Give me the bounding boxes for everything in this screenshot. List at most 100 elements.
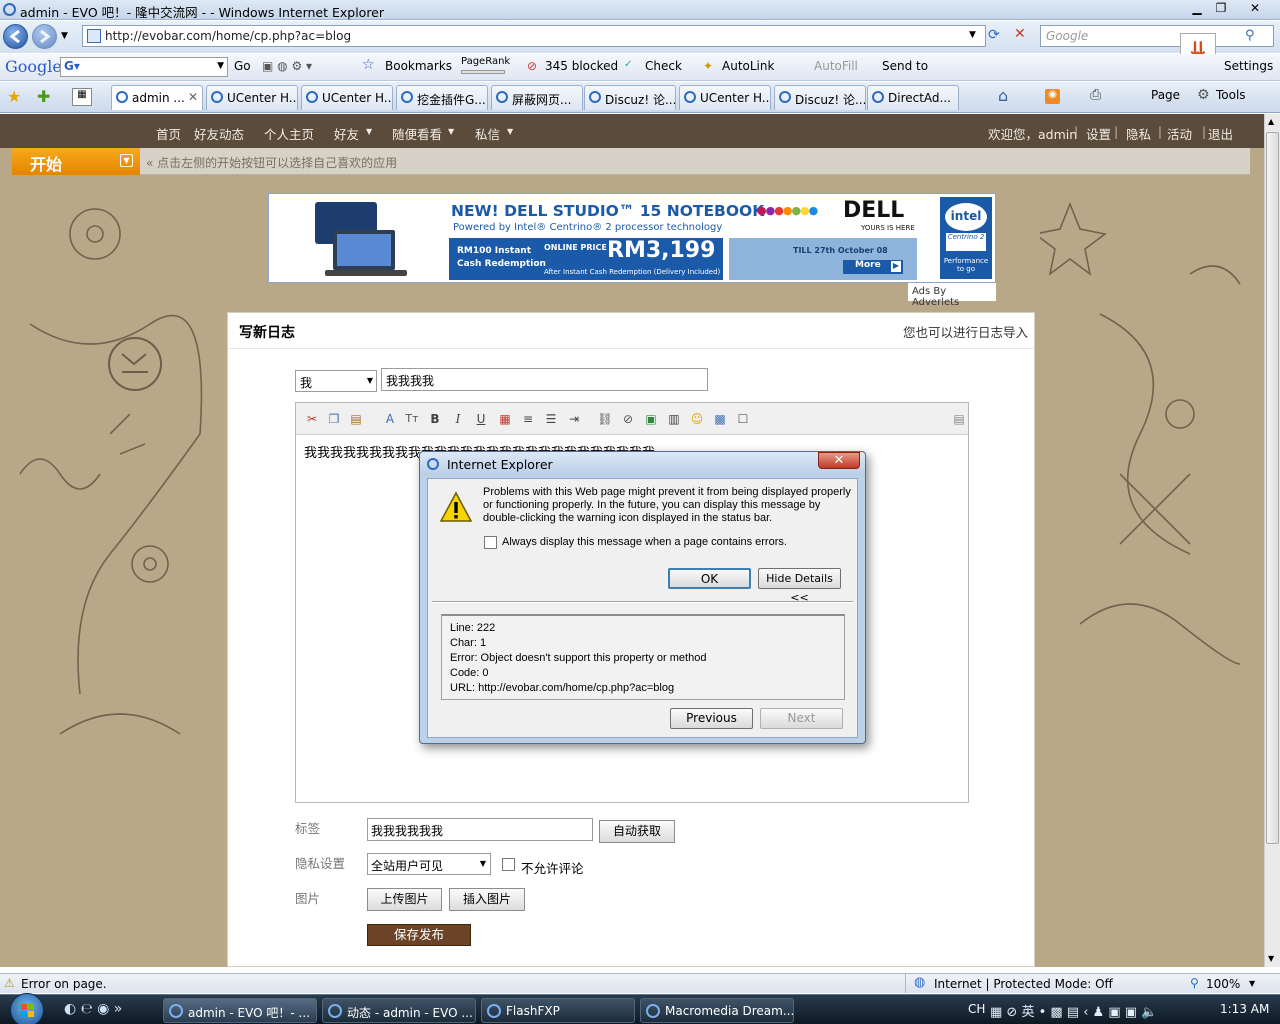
browser-tab[interactable]: UCenter H... (301, 85, 393, 110)
browser-tab[interactable]: UCenter H... (679, 85, 771, 110)
tray-icons[interactable]: ▦ ⊘ 英 • ▩ ▤ ‹ ♟ ▣ ▣ 🔈 (990, 1001, 1157, 1020)
taskbar-button[interactable]: 动态 - admin - EVO ... (322, 998, 476, 1023)
settings-button[interactable]: Settings (1224, 59, 1273, 73)
nav-friend-feed[interactable]: 好友动态 (194, 124, 244, 143)
insert-image-button[interactable]: 插入图片 (449, 888, 525, 911)
nav-explore-dropdown-icon[interactable]: ▼ (448, 127, 454, 136)
hide-details-button[interactable]: Hide Details << (758, 568, 841, 604)
tags-input[interactable]: 我我我我我我 (367, 818, 593, 841)
sendto-button[interactable]: Send to (882, 59, 928, 73)
security-zone[interactable]: Internet | Protected Mode: Off (934, 977, 1113, 991)
category-dropdown-icon[interactable]: ▼ (367, 376, 373, 385)
browser-tab[interactable]: admin ... ✕ (111, 85, 203, 110)
unlink-icon[interactable]: ⊘ (620, 411, 636, 427)
clock[interactable]: 1:13 AM (1220, 1002, 1269, 1016)
autofill-button[interactable]: AutoFill (814, 59, 858, 73)
start-orb[interactable] (10, 993, 44, 1024)
nav-explore[interactable]: 随便看看 (392, 124, 442, 143)
bookmarks-menu[interactable]: Bookmarks (385, 59, 452, 73)
favorites-star-icon[interactable]: ★ (7, 87, 21, 106)
ads-by-adverlets[interactable]: Ads By Adverlets (908, 283, 996, 308)
align-icon[interactable]: ≡ (520, 411, 536, 427)
popup-blocked-count[interactable]: 345 blocked (545, 59, 618, 73)
zoom-dropdown-icon[interactable]: ▼ (1249, 979, 1255, 988)
back-button[interactable] (3, 24, 28, 49)
google-search-input[interactable]: G▾ ▼ (60, 57, 228, 77)
browser-tab[interactable]: Discuz! 论... (774, 85, 866, 110)
vertical-scrollbar[interactable]: ▲ ▼ (1264, 114, 1280, 967)
search-icon[interactable]: ⚲ (1245, 28, 1255, 43)
status-error-text[interactable]: Error on page. (21, 977, 107, 991)
color-icon[interactable]: ▦ (497, 411, 513, 427)
page-menu[interactable]: Page (1151, 88, 1180, 102)
quick-tabs-icon[interactable]: ▦ (72, 88, 92, 106)
browser-tab[interactable]: 屏蔽网页... (491, 85, 583, 110)
cut-icon[interactable]: ✂ (304, 411, 320, 427)
save-publish-button[interactable]: 保存发布 (367, 924, 471, 946)
nav-profile[interactable]: 个人主页 (264, 124, 314, 143)
fullscreen-icon[interactable]: ☐ (735, 411, 751, 427)
autolink-button[interactable]: AutoLink (722, 59, 774, 73)
google-dropdown-icon[interactable]: ▼ (217, 61, 224, 71)
nav-messages-dropdown-icon[interactable]: ▼ (507, 127, 513, 136)
input-language[interactable]: CH (968, 1002, 985, 1016)
home-icon[interactable]: ⌂ (998, 86, 1008, 105)
no-comment-checkbox[interactable] (502, 858, 515, 871)
browser-tab[interactable]: 挖金插件G... (396, 85, 488, 110)
feeds-icon[interactable]: ◉ (1045, 89, 1060, 104)
nav-home[interactable]: 首页 (156, 124, 181, 143)
font-size-icon[interactable]: Tт (404, 411, 420, 427)
auto-fetch-button[interactable]: 自动获取 (599, 820, 675, 843)
print-icon[interactable]: ⎙ (1090, 87, 1101, 103)
check-button[interactable]: Check (645, 59, 682, 73)
paste-icon[interactable]: ▤ (348, 411, 364, 427)
emoticon-icon[interactable]: ☺ (689, 411, 705, 427)
taskbar-button[interactable]: FlashFXP (481, 998, 635, 1023)
stop-icon[interactable]: ✕ (1014, 26, 1026, 42)
nav-friends-dropdown-icon[interactable]: ▼ (366, 127, 372, 136)
search-box[interactable]: Google ⚲ (1040, 25, 1274, 47)
more-button[interactable]: More ▶ (843, 260, 903, 274)
browser-tab[interactable]: Discuz! 论... (584, 85, 676, 110)
address-dropdown-icon[interactable]: ▼ (969, 30, 976, 40)
toolbar-icons-group[interactable]: ▣ ◍ ⚙ ▾ (262, 59, 342, 75)
refresh-icon[interactable]: ⟳ (988, 27, 1000, 43)
scroll-down-icon[interactable]: ▼ (1268, 954, 1274, 963)
subject-input[interactable]: 我我我我 (381, 368, 708, 391)
address-bar[interactable]: http://evobar.com/home/cp.php?ac=blog ▼ (82, 25, 986, 47)
taskbar-button[interactable]: admin - EVO 吧！- ... (163, 998, 317, 1023)
privacy-select[interactable]: 全站用户可见 ▼ (367, 853, 491, 875)
zoom-level[interactable]: 100% (1206, 977, 1240, 991)
next-button[interactable]: Next (760, 708, 843, 729)
start-button[interactable]: 开始 ▼ (12, 148, 140, 175)
previous-button[interactable]: Previous (670, 708, 753, 729)
address-url[interactable]: http://evobar.com/home/cp.php?ac=blog (105, 29, 351, 43)
import-link[interactable]: 您也可以进行日志导入 (903, 322, 1028, 341)
close-window-button[interactable]: ✕ (1244, 1, 1266, 17)
nav-messages[interactable]: 私信 (475, 124, 500, 143)
tools-menu[interactable]: Tools (1216, 88, 1246, 102)
forward-button[interactable] (32, 24, 57, 49)
quicklaunch-icons[interactable]: ◐ ℮ ◉ » (64, 1001, 122, 1017)
upload-image-button[interactable]: 上传图片 (367, 888, 442, 911)
browser-tab[interactable]: UCenter H... (206, 85, 298, 110)
add-favorites-icon[interactable]: ✚ (37, 87, 50, 106)
status-warning-icon[interactable]: ⚠ (4, 976, 15, 990)
underline-icon[interactable]: U (473, 411, 489, 427)
image-icon[interactable]: ▣ (643, 411, 659, 427)
category-select[interactable]: 我 ▼ (295, 370, 377, 392)
ok-button[interactable]: OK (668, 568, 751, 589)
history-dropdown-icon[interactable]: ▼ (61, 31, 68, 41)
save-draft-icon[interactable]: ▩ (712, 411, 728, 427)
source-mode-icon[interactable]: ▤ (951, 411, 967, 427)
indent-icon[interactable]: ⇥ (566, 411, 582, 427)
taskbar-button[interactable]: Macromedia Dream... (640, 998, 794, 1023)
link-icon[interactable]: ⛓ (597, 411, 613, 427)
maximize-button[interactable]: ❐ (1210, 1, 1232, 17)
nav-logout[interactable]: 退出 (1208, 124, 1233, 143)
browser-tab[interactable]: DirectAd... (867, 85, 959, 110)
video-icon[interactable]: ▥ (666, 411, 682, 427)
italic-icon[interactable]: I (450, 411, 466, 427)
list-icon[interactable]: ☰ (543, 411, 559, 427)
go-button[interactable]: Go (234, 59, 251, 73)
